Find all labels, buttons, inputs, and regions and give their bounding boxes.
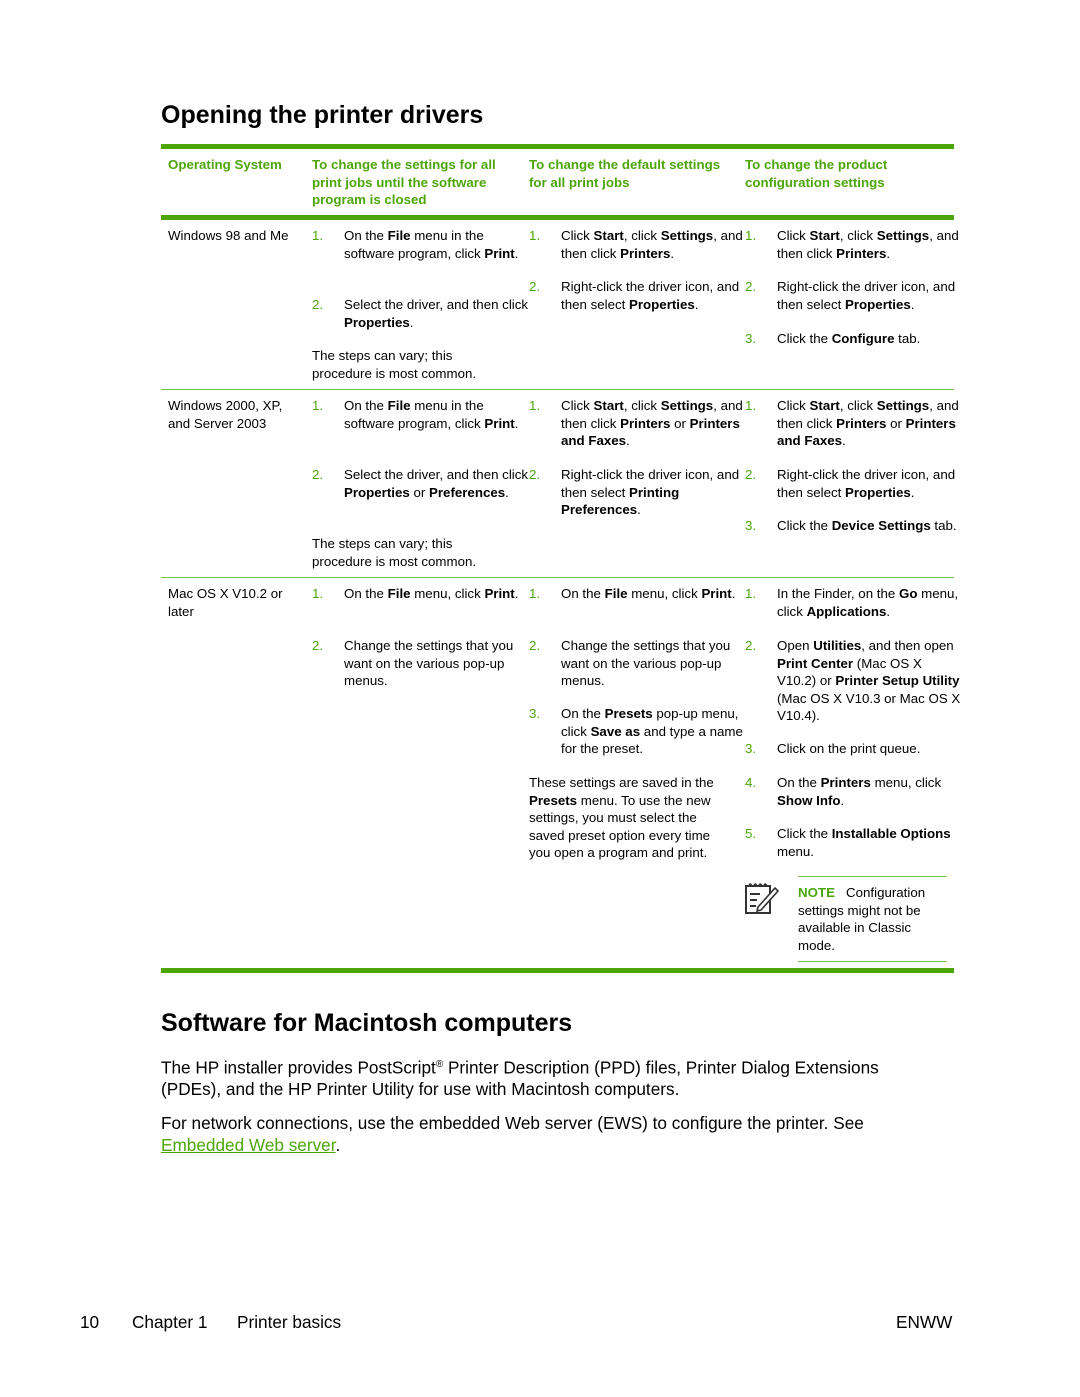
locale-code: ENWW: [896, 1312, 953, 1332]
row1-os: Windows 98 and Me: [168, 228, 289, 243]
step-number: 1.: [312, 398, 324, 413]
step-text: On the Presets pop-up menu, click Save a…: [561, 706, 743, 757]
step-text: On the Printers menu, click Show Info.: [777, 775, 942, 808]
step-text: Right-click the driver icon, and then se…: [561, 467, 740, 518]
note-top-rule: [798, 876, 947, 877]
step-text: Right-click the driver icon, and then se…: [777, 279, 956, 312]
step-number: 1.: [745, 586, 757, 601]
step-number: 2.: [745, 279, 757, 294]
step-number: 2.: [745, 467, 757, 482]
note-bottom-rule: [798, 961, 947, 962]
row-divider: [161, 389, 954, 390]
step-number: 2.: [312, 467, 324, 482]
step-number: 1.: [529, 398, 541, 413]
step-text: On the File menu, click Print.: [561, 586, 736, 601]
table-header-os: Operating System: [168, 157, 282, 172]
row1-col1-footnote: The steps can vary; this procedure is mo…: [312, 348, 477, 381]
table-header-col3: To change the product configuration sett…: [745, 157, 888, 190]
step-text: Click Start, click Settings, and then cl…: [561, 228, 743, 261]
macintosh-paragraph-2: For network connections, use the embedde…: [161, 1113, 941, 1156]
row2-os: Windows 2000, XP, and Server 2003: [168, 398, 283, 431]
step-text: Click the Device Settings tab.: [777, 518, 957, 533]
note-label: NOTE: [798, 885, 835, 900]
step-number: 3.: [529, 706, 541, 721]
table-header-col2: To change the default settings for all p…: [529, 157, 721, 190]
step-text: Click Start, click Settings, and then cl…: [561, 398, 743, 449]
step-number: 1.: [529, 228, 541, 243]
step-text: Change the settings that you want on the…: [561, 638, 731, 689]
section-title-macintosh-software: Software for Macintosh computers: [161, 1009, 573, 1037]
step-number: 1.: [745, 228, 757, 243]
step-number: 5.: [745, 826, 757, 841]
para1-text-start: The HP installer provides PostScript: [161, 1057, 436, 1078]
macintosh-paragraph-1: The HP installer provides PostScript® Pr…: [161, 1054, 941, 1101]
chapter-title: Printer basics: [237, 1312, 342, 1332]
embedded-web-server-link[interactable]: Embedded Web server: [161, 1135, 336, 1155]
step-number: 3.: [745, 518, 757, 533]
step-number: 4.: [745, 775, 757, 790]
step-text: Right-click the driver icon, and then se…: [777, 467, 956, 500]
step-number: 3.: [745, 741, 757, 756]
row-divider: [161, 577, 954, 578]
step-number: 1.: [529, 586, 541, 601]
row2-col1-footnote: The steps can vary; this procedure is mo…: [312, 536, 477, 569]
step-text: On the File menu, click Print.: [344, 586, 519, 601]
step-number: 1.: [312, 228, 324, 243]
step-number: 2.: [312, 297, 324, 312]
step-text: Click on the print queue.: [777, 741, 921, 756]
step-text: Select the driver, and then click Proper…: [344, 297, 529, 330]
note-text: NOTE Configuration settings might not be…: [798, 884, 948, 954]
step-text: On the File menu in the software program…: [344, 228, 519, 261]
step-text: On the File menu in the software program…: [344, 398, 519, 431]
step-number: 2.: [745, 638, 757, 653]
step-number: 2.: [529, 638, 541, 653]
step-text: Select the driver, and then click Proper…: [344, 467, 529, 500]
step-text: In the Finder, on the Go menu, click App…: [777, 586, 959, 619]
table-header-col1: To change the settings for all print job…: [312, 157, 496, 208]
step-number: 2.: [312, 638, 324, 653]
step-text: Open Utilities, and then open Print Cent…: [777, 638, 961, 724]
note-pad-pencil-icon: [744, 880, 780, 916]
step-text: Click the Configure tab.: [777, 331, 921, 346]
step-text: Click Start, click Settings, and then cl…: [777, 398, 959, 449]
step-number: 2.: [529, 279, 541, 294]
page-number: 10: [80, 1312, 100, 1332]
row3-col2-footnote: These settings are saved in the Presets …: [529, 775, 714, 861]
section-title-opening-drivers: Opening the printer drivers: [161, 101, 484, 129]
step-number: 3.: [745, 331, 757, 346]
table-header-rule: [161, 215, 954, 220]
row3-os: Mac OS X V10.2 or later: [168, 586, 283, 619]
step-text: Right-click the driver icon, and then se…: [561, 279, 740, 312]
table-top-rule: [161, 144, 954, 149]
table-bottom-rule: [161, 968, 954, 973]
para2-text-end: .: [335, 1134, 341, 1155]
para2-text-start: For network connections, use the embedde…: [161, 1113, 864, 1133]
step-text: Change the settings that you want on the…: [344, 638, 514, 689]
chapter-label: Chapter 1: [132, 1312, 208, 1332]
step-text: Click the Installable Options menu.: [777, 826, 951, 859]
step-number: 2.: [529, 467, 541, 482]
step-text: Click Start, click Settings, and then cl…: [777, 228, 959, 261]
step-number: 1.: [745, 398, 757, 413]
step-number: 1.: [312, 586, 324, 601]
